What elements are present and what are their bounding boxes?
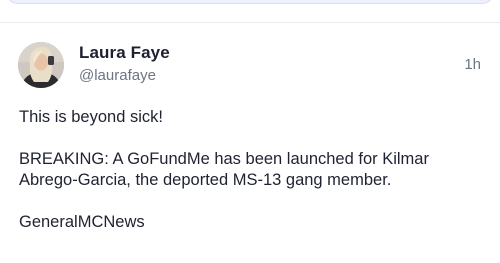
post-paragraph: GeneralMCNews bbox=[19, 213, 145, 231]
post-paragraph: This is beyond sick! bbox=[19, 108, 163, 126]
compose-area-edge bbox=[0, 0, 500, 22]
post-body: This is beyond sick! BREAKING: A GoFundM… bbox=[19, 107, 489, 233]
feed-post[interactable]: Laura Faye @laurafaye 1h This is beyond … bbox=[0, 23, 500, 263]
compose-box[interactable] bbox=[6, 0, 494, 4]
user-avatar-icon bbox=[18, 42, 64, 88]
post-timestamp[interactable]: 1h bbox=[464, 56, 481, 73]
avatar[interactable] bbox=[18, 42, 64, 88]
author-handle[interactable]: @laurafaye bbox=[79, 67, 156, 84]
author-display-name[interactable]: Laura Faye bbox=[79, 43, 170, 63]
post-paragraph: BREAKING: A GoFundMe has been launched f… bbox=[19, 150, 429, 189]
